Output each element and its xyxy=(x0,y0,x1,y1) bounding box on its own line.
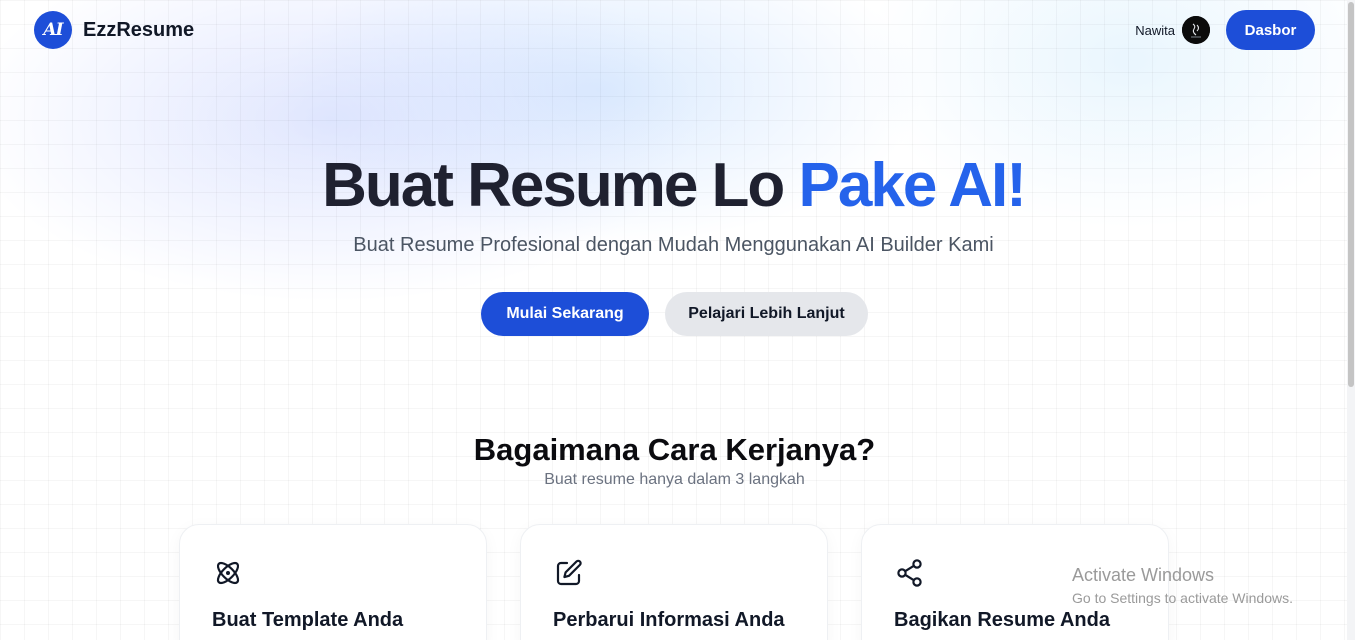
how-it-works-subtitle: Buat resume hanya dalam 3 langkah xyxy=(544,471,805,488)
step-title: Perbarui Informasi Anda xyxy=(553,609,785,631)
avatar-image-icon xyxy=(1182,16,1210,44)
brand-name: EzzResume xyxy=(83,18,195,41)
hero-title: Buat Resume Lo Pake AI! xyxy=(0,150,1347,221)
logo-mark-icon: AI xyxy=(34,11,72,49)
hero-title-main: Buat Resume Lo xyxy=(322,151,785,220)
watermark-title: Activate Windows xyxy=(1072,565,1215,585)
how-it-works-title: Bagaimana Cara Kerjanya? xyxy=(473,432,876,467)
avatar[interactable] xyxy=(1182,16,1210,44)
step-card-update-info: Perbarui Informasi Anda xyxy=(520,524,828,640)
page-scrollbar[interactable] xyxy=(1347,0,1355,640)
edit-icon xyxy=(556,559,582,586)
dashboard-button[interactable]: Dasbor xyxy=(1226,10,1315,50)
atom-icon xyxy=(216,561,240,585)
share-icon xyxy=(897,559,922,587)
brand-logo[interactable]: AI EzzResume xyxy=(34,11,194,49)
username: Nawita xyxy=(1135,22,1175,38)
hero-title-accent: Pake AI! xyxy=(798,151,1027,220)
user-nav: Nawita Dasbor xyxy=(1135,10,1315,50)
windows-activation-watermark: Activate Windows Go to Settings to activ… xyxy=(1072,565,1293,606)
learn-more-button[interactable]: Pelajari Lebih Lanjut xyxy=(665,292,868,336)
watermark-subtitle: Go to Settings to activate Windows. xyxy=(1072,590,1293,606)
step-title: Buat Template Anda xyxy=(212,609,404,631)
start-now-button[interactable]: Mulai Sekarang xyxy=(481,292,649,336)
hero-subtitle: Buat Resume Profesional dengan Mudah Men… xyxy=(353,234,994,256)
scrollbar-thumb[interactable] xyxy=(1348,2,1354,387)
step-title: Bagikan Resume Anda xyxy=(894,609,1110,631)
page-content: AI EzzResume Nawita Dasbor Buat Resume L… xyxy=(0,0,1347,640)
step-card-create-template: Buat Template Anda xyxy=(179,524,487,640)
